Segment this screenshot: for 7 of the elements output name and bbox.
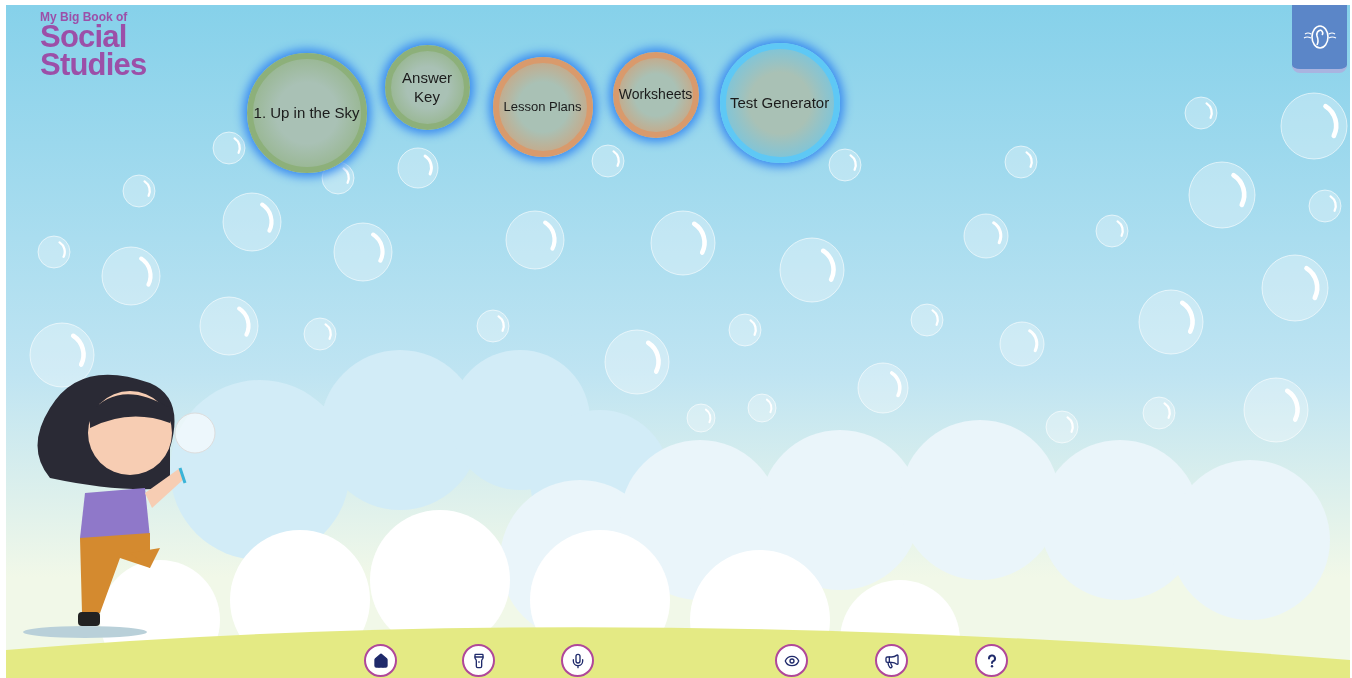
seahorse-logo-icon: [1302, 23, 1337, 51]
megaphone-icon: [883, 652, 900, 669]
logo-title: Social: [40, 23, 127, 51]
logo-subtitle: My Big Book of: [40, 11, 129, 23]
logo-title: Studies: [40, 51, 147, 79]
publisher-badge[interactable]: [1292, 5, 1347, 73]
home-icon: [372, 652, 389, 669]
